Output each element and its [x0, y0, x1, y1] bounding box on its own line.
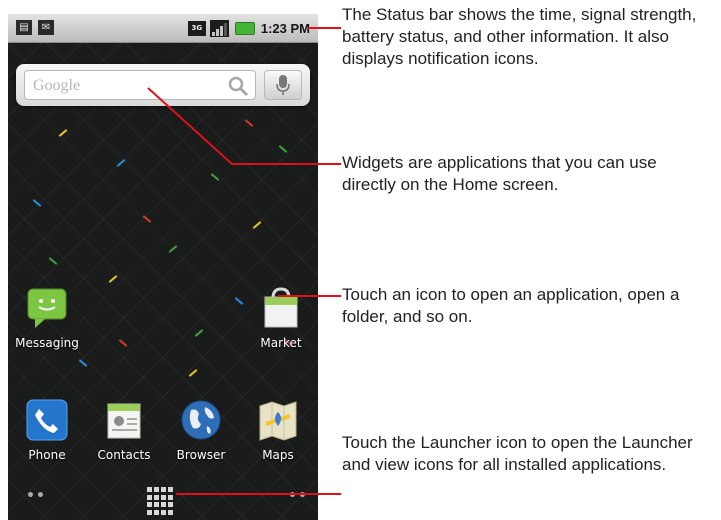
callout-widgets: Widgets are applications that you can us… [342, 153, 657, 194]
callout-icons: Touch an icon to open an application, op… [342, 285, 680, 326]
callout-status-bar: The Status bar shows the time, signal st… [342, 5, 697, 68]
callout-launcher: Touch the Launcher icon to open the Laun… [342, 433, 693, 474]
